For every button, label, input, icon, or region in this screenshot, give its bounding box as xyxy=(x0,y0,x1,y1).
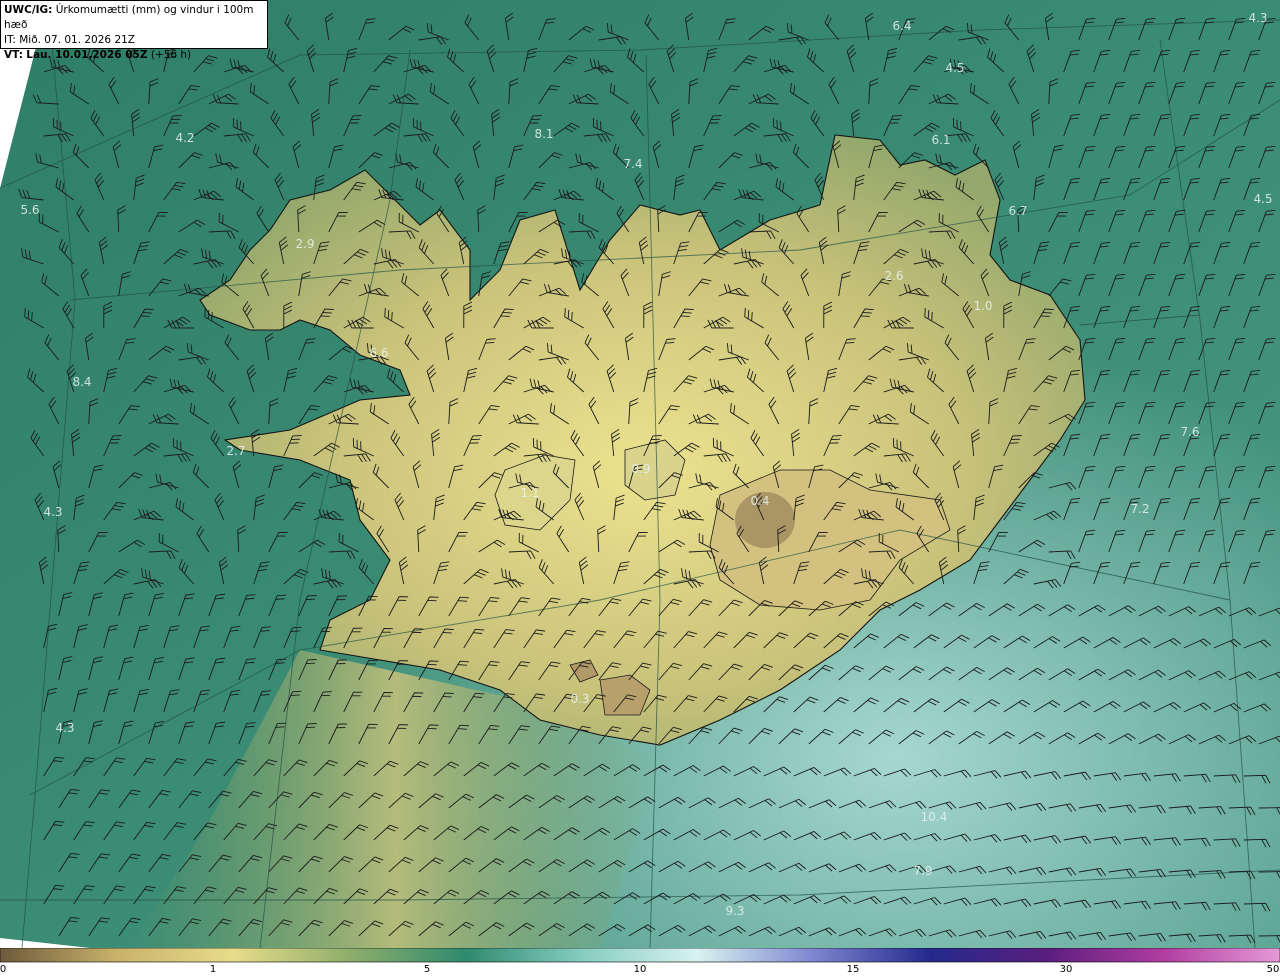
map-canvas: 6.4 4.3 4.5 8.1 6.1 4.2 7.4 4.5 5.6 6.7 2.9 2.6 1.0 6… xyxy=(0,0,1280,948)
precip-label: 4.5 xyxy=(1253,192,1272,206)
precip-label: 8.1 xyxy=(534,127,553,141)
precip-label: 4.3 xyxy=(43,505,62,519)
precip-label: 6.6 xyxy=(369,346,388,360)
precip-label: 4.3 xyxy=(55,721,74,735)
precip-label: 0.9 xyxy=(631,462,650,476)
precip-label: 4.3 xyxy=(1248,11,1267,25)
precip-label: 6.4 xyxy=(892,19,911,33)
colorbar-tick-label: 30 xyxy=(1059,964,1073,975)
colorbar-tick-label: 15 xyxy=(846,964,860,975)
precip-label: 7.6 xyxy=(1180,425,1199,439)
precip-label: 0.3 xyxy=(570,692,589,706)
precip-label: 7.9 xyxy=(913,864,932,878)
model-prefix: UWC/IG: xyxy=(4,4,53,16)
forecast-map: 6.4 4.3 4.5 8.1 6.1 4.2 7.4 4.5 5.6 6.7 2.9 2.6 1.0 6… xyxy=(0,0,1280,948)
precip-label: 7.2 xyxy=(1130,502,1149,516)
precip-label: 6.1 xyxy=(931,133,950,147)
precip-label: 10.4 xyxy=(921,810,948,824)
precip-label: 0.4 xyxy=(750,494,769,508)
valid-time-line: VT: Lau. 10.01.2026 05Z (+56 h) xyxy=(4,48,264,63)
precip-label: 7.4 xyxy=(623,157,642,171)
colorbar-tick-label: 50 xyxy=(1266,964,1280,975)
precip-label: 4.2 xyxy=(175,131,194,145)
precip-label: 4.5 xyxy=(945,61,964,75)
precip-label: 9.3 xyxy=(725,904,744,918)
precip-label: 1.1 xyxy=(520,486,539,500)
colorbar-strip xyxy=(0,948,1280,963)
colorbar-tick-label: 0 xyxy=(0,964,7,975)
forecast-info-box: UWC/IG: Úrkomumætti (mm) og vindur i 100… xyxy=(0,0,268,61)
precip-label: 6.7 xyxy=(1008,204,1027,218)
lead-time: (+56 h) xyxy=(150,49,192,61)
colorbar-tick-label: 1 xyxy=(209,964,217,975)
precip-label: 5.6 xyxy=(20,203,39,217)
colorbar-tick-label: 5 xyxy=(423,964,431,975)
title-line: UWC/IG: Úrkomumætti (mm) og vindur i 100… xyxy=(4,3,264,33)
precip-label: 2.9 xyxy=(295,237,314,251)
initial-time: IT: Mið. 07. 01. 2026 21Z xyxy=(4,34,135,46)
precip-label: 1.0 xyxy=(973,299,992,313)
precip-label: 8.4 xyxy=(72,375,91,389)
valid-time: Lau. 10.01.2026 05Z xyxy=(26,49,148,61)
vt-prefix: VT: xyxy=(4,49,23,61)
precip-label: 2.7 xyxy=(226,444,245,458)
colorbar-tick-label: 10 xyxy=(633,964,647,975)
precip-label: 2.6 xyxy=(884,269,903,283)
colorbar: 0 1 5 10 15 30 50 xyxy=(0,948,1280,978)
